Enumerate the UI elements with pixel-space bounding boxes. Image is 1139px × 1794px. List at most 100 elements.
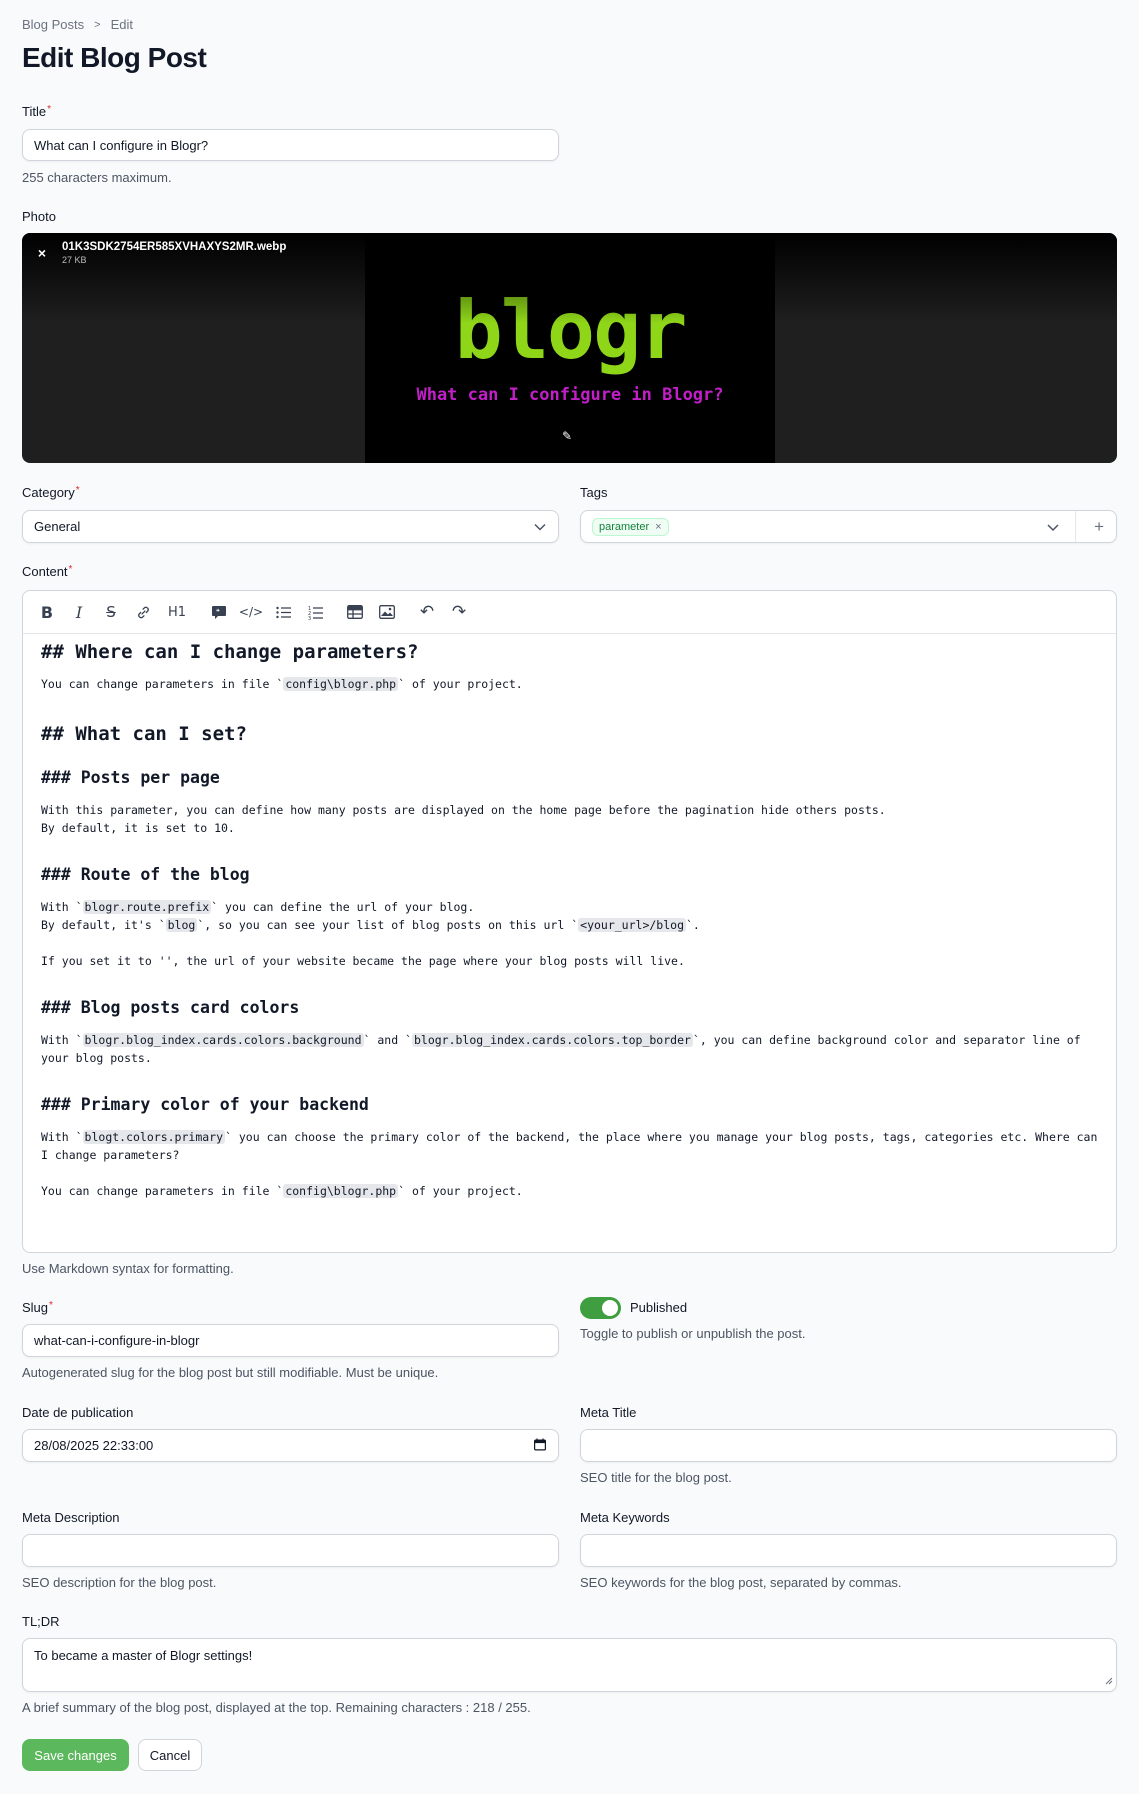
bullet-list-icon[interactable] <box>271 600 295 624</box>
md-text: ` you can define the url of your blog. <box>211 900 475 914</box>
md-text: With ` <box>41 900 83 914</box>
published-hint: Toggle to publish or unpublish the post. <box>580 1326 806 1341</box>
svg-text:❝: ❝ <box>216 608 220 616</box>
meta-description-input[interactable] <box>22 1534 559 1567</box>
chevron-right-icon: > <box>94 18 101 31</box>
italic-icon[interactable]: I <box>67 600 91 624</box>
md-inline-code: config\blogr.php <box>283 677 399 691</box>
remove-file-icon[interactable]: × <box>34 245 50 261</box>
md-paragraph: You can change parameters in file ` confi… <box>41 675 523 693</box>
md-paragraph: You can change parameters in file ` confi… <box>41 1182 523 1200</box>
md-paragraph: By default, it's ` blog `, so you can see … <box>41 916 700 934</box>
md-paragraph: By default, it is set to 10. <box>41 821 235 835</box>
tag-remove-icon[interactable]: × <box>655 521 661 533</box>
add-tag-icon[interactable]: + <box>1094 517 1104 537</box>
tldr-textarea[interactable]: To became a master of Blogr settings! <box>22 1638 1117 1692</box>
strikethrough-icon[interactable]: S <box>99 600 123 624</box>
title-input-value: What can I configure in Blogr? <box>34 137 209 153</box>
table-icon[interactable] <box>343 600 367 624</box>
published-toggle[interactable] <box>580 1297 621 1319</box>
redo-icon[interactable]: ↷ <box>447 600 471 624</box>
category-selected-value: General <box>34 519 81 534</box>
md-text: By default, it's ` <box>41 918 166 932</box>
meta-title-hint: SEO title for the blog post. <box>580 1470 732 1485</box>
md-paragraph: If you set it to '', the url of your web… <box>41 954 685 968</box>
undo-icon[interactable]: ↶ <box>415 600 439 624</box>
required-marker: * <box>49 1300 53 1311</box>
tldr-hint: A brief summary of the blog post, displa… <box>22 1700 531 1715</box>
md-paragraph: I change parameters? <box>41 1148 180 1162</box>
md-inline-code: blogt.colors.primary <box>82 1130 226 1144</box>
meta-description-hint: SEO description for the blog post. <box>22 1575 217 1590</box>
publication-date-label: Date de publication <box>22 1405 134 1420</box>
tags-label: Tags <box>580 485 608 500</box>
image-caption-text: What can I configure in Blogr? <box>416 385 724 405</box>
md-inline-code: config\blogr.php <box>283 1184 399 1198</box>
md-paragraph: your blog posts. <box>41 1051 152 1065</box>
cancel-button[interactable]: Cancel <box>138 1739 202 1771</box>
breadcrumb: Blog Posts > Edit <box>22 17 133 32</box>
content-label: Content* <box>22 564 72 579</box>
title-input[interactable]: What can I configure in Blogr? <box>22 129 559 161</box>
save-changes-button[interactable]: Save changes <box>22 1739 129 1771</box>
md-text: ` and ` <box>363 1033 412 1047</box>
ordered-list-icon[interactable]: 123 <box>303 600 327 624</box>
tldr-label: TL;DR <box>22 1614 60 1629</box>
md-inline-code: blog <box>165 918 198 932</box>
category-select[interactable]: General <box>22 510 559 543</box>
md-text: ` of your project. <box>398 1184 523 1198</box>
slug-label-text: Slug <box>22 1300 49 1315</box>
tag-chip-label: parameter <box>599 520 650 533</box>
chevron-down-icon <box>534 520 546 534</box>
md-text: ` you can choose the primary color of th… <box>225 1130 1098 1144</box>
breadcrumb-blog-posts-link[interactable]: Blog Posts <box>22 17 84 32</box>
required-marker: * <box>75 485 80 496</box>
photo-label: Photo <box>22 209 56 224</box>
slug-hint: Autogenerated slug for the blog post but… <box>22 1365 439 1380</box>
required-marker: * <box>68 564 73 575</box>
meta-keywords-hint: SEO keywords for the blog post, separate… <box>580 1575 902 1590</box>
meta-keywords-label: Meta Keywords <box>580 1510 670 1525</box>
edit-pencil-icon[interactable]: ✎ <box>562 429 572 443</box>
md-paragraph: With this parameter, you can define how … <box>41 803 886 817</box>
meta-keywords-input[interactable] <box>580 1534 1117 1567</box>
title-hint: 255 characters maximum. <box>22 170 172 185</box>
published-label: Published <box>630 1300 688 1315</box>
md-paragraph: With ` blogt.colors.primary ` you can choo… <box>41 1128 1097 1146</box>
slug-label: Slug* <box>22 1300 53 1315</box>
quote-icon[interactable]: ❝ <box>207 600 231 624</box>
markdown-editor[interactable]: B I S H1 ❝ </> 123 ↶ ↷ ## Where can I ch… <box>22 590 1117 1253</box>
heading-icon[interactable]: H1 <box>163 600 191 624</box>
meta-title-label: Meta Title <box>580 1405 637 1420</box>
category-label-text: Category <box>22 485 75 500</box>
image-icon[interactable] <box>375 600 399 624</box>
slug-input[interactable]: what-can-i-configure-in-blogr <box>22 1324 559 1357</box>
chevron-down-icon[interactable] <box>1047 519 1059 534</box>
photo-upload[interactable]: blogr What can I configure in Blogr? ✎ ×… <box>22 233 1117 463</box>
resize-handle-icon[interactable] <box>1105 1673 1113 1688</box>
bold-icon[interactable]: B <box>35 600 59 624</box>
title-label-text: Title <box>22 104 47 119</box>
divider <box>1075 511 1076 542</box>
md-heading: ### Posts per page <box>41 768 220 787</box>
md-text: With ` <box>41 1130 83 1144</box>
md-heading: ### Primary color of your backend <box>41 1095 369 1114</box>
svg-text:3: 3 <box>308 616 311 620</box>
code-icon[interactable]: </> <box>239 600 263 624</box>
category-label: Category* <box>22 485 80 500</box>
publication-date-input[interactable]: 28/08/2025 22:33:00 <box>22 1429 559 1462</box>
page-title: Edit Blog Post <box>22 42 207 73</box>
tags-select[interactable]: parameter × + <box>580 510 1117 543</box>
link-icon[interactable] <box>131 600 155 624</box>
calendar-icon[interactable] <box>534 1438 547 1453</box>
md-text: With ` <box>41 1033 83 1047</box>
md-inline-code: blogr.route.prefix <box>82 900 212 914</box>
meta-title-input[interactable] <box>580 1429 1117 1462</box>
toggle-knob <box>602 1300 618 1316</box>
md-paragraph: With ` blogr.blog_index.cards.colors.back… <box>41 1031 1081 1049</box>
meta-description-label: Meta Description <box>22 1510 120 1525</box>
md-inline-code: blogr.blog_index.cards.colors.top_border <box>411 1033 693 1047</box>
title-label: Title* <box>22 104 51 119</box>
file-name: 01K3SDK2754ER585XVHAXYS2MR.webp <box>62 241 287 253</box>
tag-chip: parameter × <box>592 517 669 536</box>
